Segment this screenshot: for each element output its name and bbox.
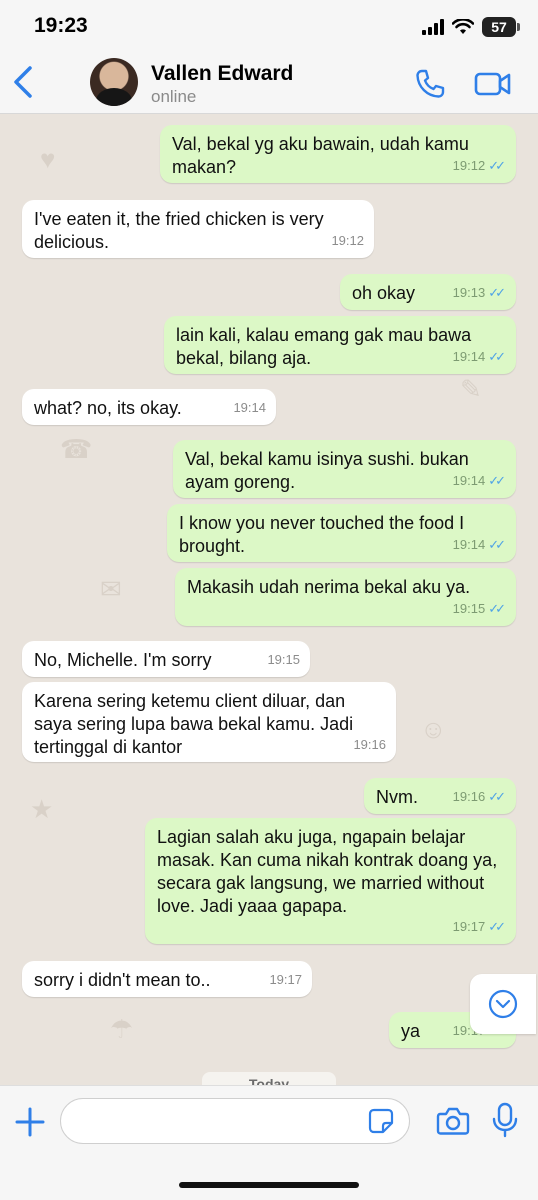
video-call-icon[interactable]: [474, 70, 512, 98]
message-input[interactable]: [60, 1098, 410, 1144]
message-meta: 19:14 ✓✓: [453, 469, 506, 492]
read-receipt-icon: ✓✓: [488, 158, 506, 173]
outgoing-message-bubble[interactable]: Nvm. 19:16 ✓✓: [364, 778, 516, 814]
outgoing-message-bubble[interactable]: lain kali, kalau emang gak mau bawa beka…: [164, 316, 516, 374]
incoming-message-bubble[interactable]: what? no, its okay. 19:14: [22, 389, 276, 425]
read-receipt-icon: ✓✓: [488, 919, 506, 934]
message-text: sorry i didn't mean to..: [34, 970, 211, 990]
message-time: 19:13: [452, 285, 486, 300]
message-time: 19:14: [452, 473, 486, 488]
message-meta: 19:15: [267, 648, 300, 671]
message-meta: 19:14 ✓✓: [453, 345, 506, 368]
wallpaper-doodle: ☂: [110, 1014, 134, 1044]
message-meta: 19:14 ✓✓: [453, 533, 506, 556]
message-time: 19:14: [233, 400, 266, 415]
outgoing-message-bubble[interactable]: Val, bekal yg aku bawain, udah kamu maka…: [160, 125, 516, 183]
read-receipt-icon: ✓✓: [488, 601, 506, 616]
message-time: 19:14: [452, 349, 486, 364]
date-divider: Today: [202, 1072, 336, 1085]
status-bar: 19:23 57: [0, 0, 538, 52]
incoming-message-bubble[interactable]: Karena sering ketemu client diluar, dan …: [22, 682, 396, 762]
message-meta: 19:17✓✓: [453, 915, 506, 938]
message-text: what? no, its okay.: [34, 398, 182, 418]
message-text: Makasih udah nerima bekal aku ya.: [187, 577, 471, 597]
wifi-icon: [452, 19, 474, 34]
back-button[interactable]: [10, 64, 38, 100]
contact-status: online: [151, 87, 197, 106]
chat-area[interactable]: ♥ ☎ ✉ ✎ ☺ ★ ♫ ☂ Val, bekal yg aku bawain…: [0, 114, 538, 1085]
sticker-icon[interactable]: [368, 1108, 394, 1134]
battery-indicator: 57: [482, 17, 520, 37]
message-time: 19:12: [331, 233, 364, 248]
message-text: Karena sering ketemu client diluar, dan …: [34, 691, 354, 757]
wallpaper-doodle: ★: [30, 794, 54, 824]
message-meta: 19:16 ✓✓: [453, 785, 506, 808]
message-time: 19:14: [452, 537, 486, 552]
message-meta: 19:17: [269, 968, 302, 991]
wallpaper-doodle: ✎: [460, 374, 482, 404]
plus-icon[interactable]: [14, 1106, 46, 1138]
message-time: 19:17: [269, 972, 302, 987]
status-time: 19:23: [34, 14, 88, 37]
message-time: 19:15: [267, 652, 300, 667]
wallpaper-doodle: ☎: [60, 434, 93, 464]
message-meta: 19:12 ✓✓: [453, 154, 506, 177]
contact-name[interactable]: Vallen Edward: [151, 62, 293, 86]
signal-icon: [422, 19, 444, 35]
scroll-to-bottom-button[interactable]: [470, 974, 536, 1034]
outgoing-message-bubble[interactable]: oh okay 19:13 ✓✓: [340, 274, 516, 310]
microphone-icon[interactable]: [492, 1102, 518, 1138]
message-time: 19:17: [452, 919, 486, 934]
wallpaper-doodle: ♥: [40, 144, 56, 174]
outgoing-message-bubble[interactable]: Makasih udah nerima bekal aku ya. 19:15 ✓✓: [175, 568, 516, 626]
read-receipt-icon: ✓✓: [488, 789, 506, 804]
message-meta: 19:16: [353, 733, 386, 756]
read-receipt-icon: ✓✓: [488, 349, 506, 364]
status-icons: 57: [422, 17, 520, 37]
read-receipt-icon: ✓✓: [488, 473, 506, 488]
outgoing-message-bubble[interactable]: Lagian salah aku juga, ngapain belajar m…: [145, 818, 516, 944]
home-indicator: [179, 1182, 359, 1188]
message-text: No, Michelle. I'm sorry: [34, 650, 212, 670]
message-text: Lagian salah aku juga, ngapain belajar m…: [157, 827, 498, 916]
message-time: 19:12: [452, 158, 486, 173]
avatar[interactable]: [90, 58, 138, 106]
wallpaper-doodle: ☺: [420, 714, 447, 744]
incoming-message-bubble[interactable]: I've eaten it, the fried chicken is very…: [22, 200, 374, 258]
message-meta: 19:13 ✓✓: [453, 281, 506, 304]
incoming-message-bubble[interactable]: No, Michelle. I'm sorry 19:15: [22, 641, 310, 677]
wallpaper-doodle: ✉: [100, 574, 122, 604]
read-receipt-icon: ✓✓: [488, 285, 506, 300]
message-meta: 19:12: [331, 229, 364, 252]
message-time: 19:16: [452, 789, 486, 804]
message-time: 19:16: [353, 737, 386, 752]
incoming-message-bubble[interactable]: sorry i didn't mean to.. 19:17: [22, 961, 312, 997]
message-text: I've eaten it, the fried chicken is very…: [34, 209, 324, 252]
camera-icon[interactable]: [436, 1106, 470, 1136]
message-meta: 19:15 ✓✓: [453, 597, 506, 620]
message-time: 19:15: [452, 601, 486, 616]
input-bar: [0, 1085, 538, 1200]
chat-header: Vallen Edward online: [0, 52, 538, 114]
message-meta: 19:14: [233, 396, 266, 419]
chevron-down-icon: [488, 989, 518, 1019]
outgoing-message-bubble[interactable]: Val, bekal kamu isinya sushi. bukan ayam…: [173, 440, 516, 498]
read-receipt-icon: ✓✓: [488, 537, 506, 552]
outgoing-message-bubble[interactable]: I know you never touched the food I brou…: [167, 504, 516, 562]
phone-call-icon[interactable]: [414, 68, 446, 100]
